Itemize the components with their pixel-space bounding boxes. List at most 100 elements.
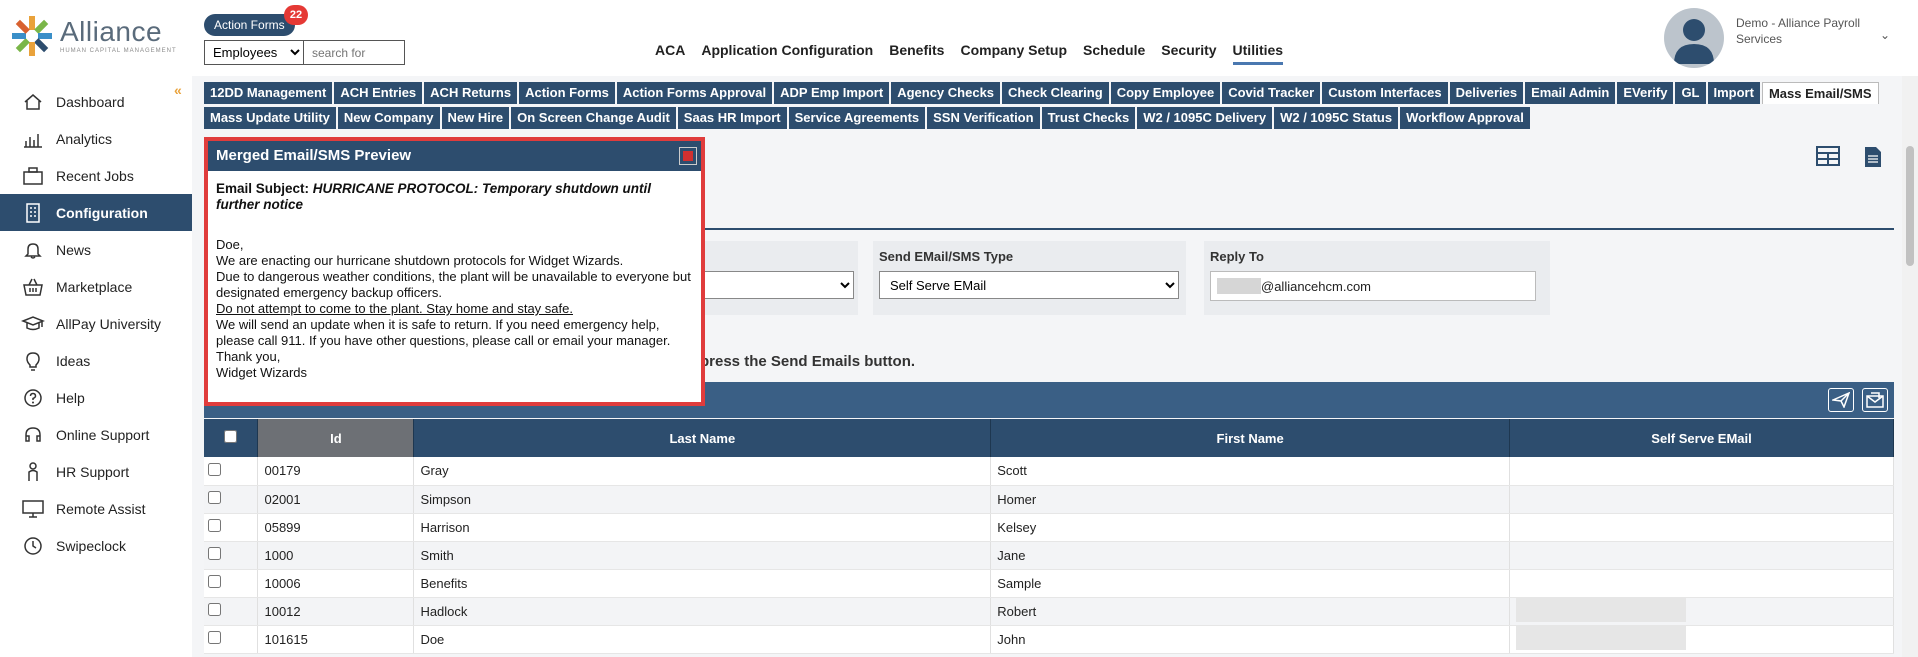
cell-email	[1509, 625, 1894, 654]
page-scrollbar[interactable]	[1902, 76, 1918, 657]
redacted-text	[1217, 278, 1261, 294]
sidebar-item-help[interactable]: Help	[0, 379, 192, 416]
sidebar-item-recent-jobs[interactable]: Recent Jobs	[0, 157, 192, 194]
tab-everify[interactable]: EVerify	[1617, 82, 1674, 104]
tab-mass-email-sms[interactable]: Mass Email/SMS	[1761, 82, 1879, 104]
tab-email-admin[interactable]: Email Admin	[1525, 82, 1616, 104]
nav-company-setup[interactable]: Company Setup	[960, 42, 1067, 65]
table-row[interactable]: 101615 Doe John	[204, 625, 1894, 654]
cell-id: 10012	[257, 597, 415, 626]
tab-w2-1095c-status[interactable]: W2 / 1095C Status	[1274, 107, 1399, 129]
nav-benefits[interactable]: Benefits	[889, 42, 944, 65]
document-icon[interactable]	[1864, 146, 1882, 171]
email-subject: Email Subject: HURRICANE PROTOCOL: Tempo…	[216, 181, 652, 212]
sidebar-item-ideas[interactable]: Ideas	[0, 342, 192, 379]
employee-scope-select[interactable]: Employees	[204, 40, 304, 65]
search-input[interactable]	[303, 40, 405, 65]
nav-schedule[interactable]: Schedule	[1083, 42, 1145, 65]
table-row[interactable]: 02001 Simpson Homer	[204, 485, 1894, 514]
send-icon[interactable]	[1828, 388, 1854, 412]
analytics-icon	[20, 128, 46, 150]
tab-new-hire[interactable]: New Hire	[441, 107, 510, 129]
utility-tabs-row-1: 12DD Management ACH Entries ACH Returns …	[204, 82, 1881, 104]
table-row[interactable]: 00179 Gray Scott	[204, 457, 1894, 486]
table-row[interactable]: 1000 Smith Jane	[204, 541, 1894, 570]
template-field	[704, 241, 858, 315]
user-name[interactable]: Demo - Alliance Payroll Services	[1736, 15, 1876, 47]
sidebar-item-allpay-university[interactable]: AllPay University	[0, 305, 192, 342]
sidebar-item-dashboard[interactable]: Dashboard	[0, 83, 192, 120]
send-type-select[interactable]: Self Serve EMail	[879, 271, 1179, 299]
tab-w2-1095c-delivery[interactable]: W2 / 1095C Delivery	[1137, 107, 1273, 129]
nav-aca[interactable]: ACA	[655, 42, 685, 65]
sidebar-item-swipeclock[interactable]: Swipeclock	[0, 527, 192, 564]
tab-import[interactable]: Import	[1707, 82, 1760, 104]
template-select[interactable]	[704, 271, 854, 299]
row-checkbox[interactable]	[208, 575, 221, 588]
row-checkbox[interactable]	[208, 547, 221, 560]
tab-saas-hr-import[interactable]: Saas HR Import	[677, 107, 787, 129]
tab-check-clearing[interactable]: Check Clearing	[1002, 82, 1109, 104]
tab-ssn-verification[interactable]: SSN Verification	[927, 107, 1040, 129]
tab-new-company[interactable]: New Company	[337, 107, 440, 129]
tab-on-screen-change-audit[interactable]: On Screen Change Audit	[511, 107, 676, 129]
sidebar-item-hr-support[interactable]: HR Support	[0, 453, 192, 490]
tab-adp-emp-import[interactable]: ADP Emp Import	[774, 82, 890, 104]
row-checkbox[interactable]	[208, 603, 221, 616]
tab-agency-checks[interactable]: Agency Checks	[891, 82, 1001, 104]
tab-covid-tracker[interactable]: Covid Tracker	[1222, 82, 1321, 104]
action-forms-button[interactable]: Action Forms	[204, 14, 295, 36]
reply-to-input[interactable]: @alliancehcm.com	[1210, 271, 1536, 301]
sidebar-item-configuration[interactable]: Configuration	[0, 194, 192, 231]
close-icon[interactable]	[679, 147, 697, 165]
tab-mass-update-utility[interactable]: Mass Update Utility	[204, 107, 336, 129]
tab-deliveries[interactable]: Deliveries	[1449, 82, 1524, 104]
tab-workflow-approval[interactable]: Workflow Approval	[1400, 107, 1530, 129]
tab-12dd-management[interactable]: 12DD Management	[204, 82, 333, 104]
sidebar-item-label: Configuration	[56, 204, 148, 221]
tab-action-forms-approval[interactable]: Action Forms Approval	[616, 82, 773, 104]
column-header-first-name[interactable]: First Name	[990, 419, 1511, 457]
employee-grid: Id Last Name First Name Self Serve EMail…	[204, 419, 1894, 654]
nav-application-configuration[interactable]: Application Configuration	[701, 42, 873, 65]
brand-logo[interactable]: Alliance HUMAN CAPITAL MANAGEMENT	[10, 14, 177, 58]
select-all-checkbox[interactable]	[224, 430, 238, 443]
email-line-underlined: Do not attempt to come to the plant. Sta…	[216, 301, 573, 316]
sidebar-item-marketplace[interactable]: Marketplace	[0, 268, 192, 305]
column-header-self-serve-email[interactable]: Self Serve EMail	[1509, 419, 1894, 457]
nav-security[interactable]: Security	[1161, 42, 1216, 65]
row-checkbox[interactable]	[208, 491, 221, 504]
tab-copy-employee[interactable]: Copy Employee	[1110, 82, 1221, 104]
tab-ach-returns[interactable]: ACH Returns	[424, 82, 518, 104]
sidebar-item-remote-assist[interactable]: Remote Assist	[0, 490, 192, 527]
scrollbar-thumb[interactable]	[1906, 146, 1914, 266]
row-checkbox[interactable]	[208, 519, 221, 532]
row-checkbox[interactable]	[208, 462, 221, 476]
tab-custom-interfaces[interactable]: Custom Interfaces	[1322, 82, 1448, 104]
grid-view-icon[interactable]	[1816, 146, 1840, 169]
top-nav: ACA Application Configuration Benefits C…	[655, 42, 1299, 65]
table-row[interactable]: 10006 Benefits Sample	[204, 569, 1894, 598]
tab-ach-entries[interactable]: ACH Entries	[334, 82, 423, 104]
sidebar-item-analytics[interactable]: Analytics	[0, 120, 192, 157]
table-row[interactable]: 10012 Hadlock Robert	[204, 597, 1894, 626]
mail-preview-icon[interactable]	[1862, 388, 1888, 412]
avatar[interactable]	[1664, 8, 1724, 68]
nav-utilities[interactable]: Utilities	[1232, 42, 1284, 65]
email-line: We will send an update when it is safe t…	[216, 317, 671, 348]
column-header-id[interactable]: Id	[257, 419, 415, 457]
table-row[interactable]: 05899 Harrison Kelsey	[204, 513, 1894, 542]
sidebar-item-news[interactable]: News	[0, 231, 192, 268]
sidebar-item-online-support[interactable]: Online Support	[0, 416, 192, 453]
row-checkbox[interactable]	[208, 631, 221, 644]
column-header-last-name[interactable]: Last Name	[413, 419, 992, 457]
cell-first-name: Scott	[990, 457, 1511, 486]
tab-service-agreements[interactable]: Service Agreements	[788, 107, 926, 129]
cell-id: 1000	[257, 541, 415, 570]
tab-gl[interactable]: GL	[1675, 82, 1706, 104]
cell-last-name: Gray	[413, 457, 992, 486]
chevron-down-icon[interactable]: ⌄	[1880, 28, 1890, 42]
tab-action-forms[interactable]: Action Forms	[519, 82, 615, 104]
tab-trust-checks[interactable]: Trust Checks	[1041, 107, 1136, 129]
building-icon	[20, 202, 46, 224]
